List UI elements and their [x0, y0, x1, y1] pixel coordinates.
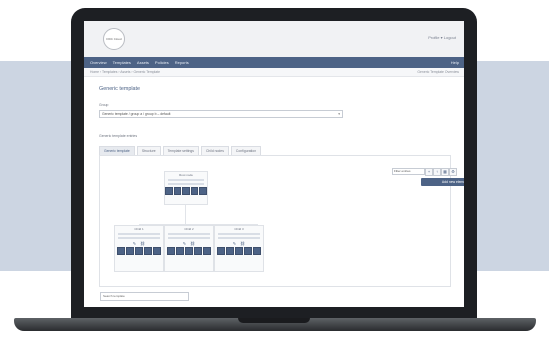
node-actions	[165, 247, 213, 255]
laptop-screen: DDC Cloud Profile ▾ Logout Overview Temp…	[84, 21, 464, 307]
template-search-input[interactable]: Search template	[100, 292, 189, 301]
add-element-button[interactable]: Add new element	[421, 178, 464, 186]
node-bar	[168, 233, 210, 235]
child-node-title: Child 1	[134, 227, 144, 231]
group-select-value: Generic template / group a / group b – d…	[102, 112, 171, 116]
upload-icon[interactable]: ↑	[433, 168, 441, 176]
action-square[interactable]	[226, 247, 234, 255]
action-square[interactable]	[135, 247, 143, 255]
node-icons: ✎ ⛓	[165, 241, 213, 246]
filter-input[interactable]: Filter entries	[392, 168, 425, 175]
connector-vertical	[185, 203, 186, 224]
node-bar	[218, 237, 260, 239]
logo[interactable]: DDC Cloud	[103, 28, 125, 50]
link-icon[interactable]: ⛓	[140, 241, 145, 246]
action-square[interactable]	[203, 247, 211, 255]
node-icons: ✎ ⛓	[215, 241, 263, 246]
action-square[interactable]	[173, 187, 182, 195]
node-bar	[168, 237, 210, 239]
edit-icon[interactable]: ✎	[183, 241, 186, 246]
node-actions	[115, 247, 163, 255]
breadcrumb[interactable]: Home › Templates › Assets › Generic Temp…	[90, 70, 160, 74]
action-square[interactable]	[182, 187, 190, 195]
action-square[interactable]	[176, 247, 184, 255]
child-node[interactable]: Child 1 ✎ ⛓	[114, 225, 164, 272]
node-bar	[168, 179, 204, 181]
grid-icon[interactable]: ▦	[441, 168, 449, 176]
child-node[interactable]: Child 2 ✎ ⛓	[164, 225, 214, 272]
help-link[interactable]: Help	[451, 60, 459, 65]
nav-item-policies[interactable]: Policies	[155, 60, 169, 65]
breadcrumb-row: Home › Templates › Assets › Generic Temp…	[84, 68, 464, 77]
user-menu[interactable]: Profile ▾ Logout	[428, 35, 456, 40]
filter-placeholder: Filter entries	[394, 169, 411, 173]
section-label: Generic template entries	[99, 134, 138, 138]
top-header: DDC Cloud Profile ▾ Logout	[84, 21, 464, 57]
add-icon[interactable]: +	[425, 168, 433, 176]
action-square[interactable]	[185, 247, 193, 255]
child-node-title: Child 2	[184, 227, 194, 231]
action-square[interactable]	[194, 247, 202, 255]
group-select[interactable]: Generic template / group a / group b – d…	[99, 110, 343, 118]
nav-item-templates[interactable]: Templates	[113, 60, 131, 65]
action-square[interactable]	[153, 247, 161, 255]
tab-bar: Generic template Structure Template sett…	[99, 146, 263, 156]
action-square[interactable]	[126, 247, 134, 255]
action-square[interactable]	[165, 187, 173, 195]
node-actions	[165, 187, 207, 195]
action-square[interactable]	[217, 247, 225, 255]
nav-item-overview[interactable]: Overview	[90, 60, 107, 65]
child-node-title: Child 3	[234, 227, 244, 231]
action-square[interactable]	[117, 247, 125, 255]
action-square[interactable]	[199, 187, 207, 195]
edit-icon[interactable]: ✎	[233, 241, 236, 246]
laptop-notch	[238, 318, 310, 323]
chevron-down-icon: ▾	[338, 112, 340, 116]
action-square[interactable]	[235, 247, 243, 255]
action-square[interactable]	[253, 247, 261, 255]
action-square[interactable]	[190, 187, 199, 195]
child-node[interactable]: Child 3 ✎ ⛓	[214, 225, 264, 272]
link-icon[interactable]: ⛓	[240, 241, 245, 246]
root-node-title: Root node	[179, 173, 193, 177]
root-node[interactable]: Root node	[164, 171, 208, 205]
action-square[interactable]	[144, 247, 152, 255]
node-actions	[215, 247, 263, 255]
nav-item-assets[interactable]: Assets	[137, 60, 149, 65]
node-bar	[118, 237, 160, 239]
node-bar	[168, 183, 204, 185]
nav-item-reports[interactable]: Reports	[175, 60, 189, 65]
main-nav: Overview Templates Assets Policies Repor…	[84, 57, 464, 68]
edit-icon[interactable]: ✎	[133, 241, 136, 246]
node-icons: ✎ ⛓	[115, 241, 163, 246]
gear-icon[interactable]: ⚙	[449, 168, 457, 176]
action-square[interactable]	[167, 247, 175, 255]
link-icon[interactable]: ⛓	[190, 241, 195, 246]
breadcrumb-right[interactable]: Generic Template Overview	[417, 70, 459, 74]
node-bar	[218, 233, 260, 235]
page-title: Generic template	[99, 86, 141, 92]
group-label: Group	[99, 103, 109, 107]
node-bar	[118, 233, 160, 235]
action-square[interactable]	[244, 247, 252, 255]
